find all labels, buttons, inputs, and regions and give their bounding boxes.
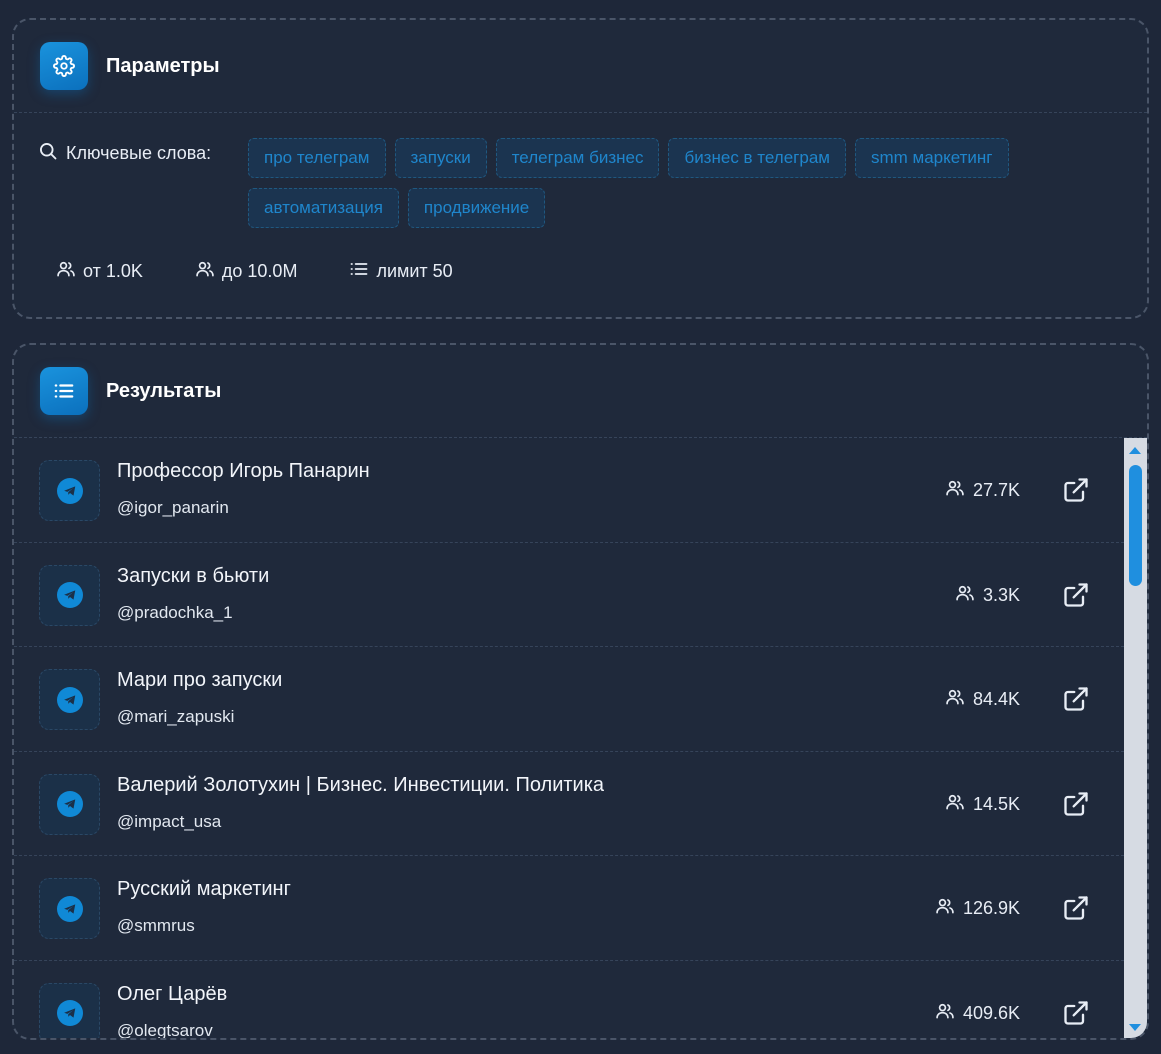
users-icon	[955, 583, 975, 608]
channel-avatar	[39, 982, 100, 1038]
min-subscribers-filter: от 1.0K	[56, 259, 143, 284]
result-row[interactable]: Мари про запуски @mari_zapuski 84.4K	[14, 647, 1124, 752]
keywords-label-group: Ключевые слова:	[38, 140, 211, 166]
external-link-icon[interactable]	[1062, 894, 1090, 922]
channel-avatar	[39, 669, 100, 730]
results-title: Результаты	[106, 379, 222, 402]
scroll-down-arrow-icon[interactable]	[1129, 1024, 1141, 1031]
min-subscribers-value: от 1.0K	[83, 261, 143, 281]
list-icon	[40, 367, 88, 415]
limit-value: лимит 50	[376, 261, 453, 281]
channel-handle: @pradochka_1	[117, 602, 233, 622]
subscriber-count: 126.9K	[935, 896, 1020, 921]
telegram-icon	[56, 686, 83, 713]
channel-name: Профессор Игорь Панарин	[117, 460, 370, 482]
channel-avatar	[39, 773, 100, 835]
result-row[interactable]: Запуски в бьюти @pradochka_1 3.3K	[14, 543, 1124, 647]
keyword-tags: про телеграм запуски телеграм бизнес биз…	[248, 138, 1128, 228]
subscriber-count-value: 126.9K	[962, 898, 1020, 918]
result-row[interactable]: Олег Царёв @olegtsarov 409.6K	[14, 961, 1124, 1040]
list-icon	[349, 259, 369, 284]
users-icon	[945, 478, 965, 503]
parameters-title: Параметры	[106, 54, 220, 77]
subscriber-count: 84.4K	[945, 687, 1020, 712]
subscriber-count-value: 14.5K	[972, 793, 1020, 814]
subscriber-count: 409.6K	[935, 1001, 1020, 1026]
channel-name: Олег Царёв	[117, 982, 228, 1005]
channel-avatar	[39, 878, 100, 939]
keyword-tag[interactable]: smm маркетинг	[854, 138, 1009, 178]
users-icon	[945, 792, 965, 817]
scrollbar-thumb[interactable]	[1129, 465, 1142, 586]
result-row[interactable]: Валерий Золотухин | Бизнес. Инвестиции. …	[14, 752, 1124, 856]
users-icon	[935, 896, 955, 921]
subscriber-count: 14.5K	[945, 792, 1020, 817]
parameters-header: Параметры	[14, 20, 1147, 113]
max-subscribers-filter: до 10.0M	[195, 259, 298, 284]
channel-handle: @olegtsarov	[117, 1020, 213, 1040]
max-subscribers-value: до 10.0M	[221, 261, 298, 281]
external-link-icon[interactable]	[1062, 790, 1090, 818]
telegram-icon	[56, 895, 83, 922]
parameters-panel: Параметры Ключевые слова: про телеграм з…	[12, 18, 1149, 319]
results-panel: Результаты Профессор Игорь Панарин @igor…	[12, 343, 1149, 1040]
channel-avatar	[39, 564, 100, 626]
subscriber-count-value: 84.4K	[972, 689, 1020, 709]
gear-icon	[40, 42, 88, 90]
limit-filter: лимит 50	[349, 259, 453, 284]
subscriber-count: 27.7K	[945, 478, 1020, 503]
channel-handle: @smmrus	[117, 916, 195, 935]
keyword-tag[interactable]: телеграм бизнес	[495, 138, 660, 178]
subscriber-count-value: 409.6K	[962, 1002, 1020, 1023]
results-list: Профессор Игорь Панарин @igor_panarin 27…	[14, 438, 1147, 1040]
channel-handle: @igor_panarin	[117, 498, 229, 517]
external-link-icon[interactable]	[1062, 685, 1090, 713]
subscriber-count: 3.3K	[955, 583, 1020, 608]
channel-name: Русский маркетинг	[117, 878, 291, 900]
channel-name: Мари про запуски	[117, 669, 283, 691]
channel-name: Запуски в бьюти	[117, 564, 270, 587]
users-icon	[195, 259, 215, 284]
keyword-tag[interactable]: бизнес в телеграм	[668, 138, 846, 178]
keyword-tag[interactable]: продвижение	[407, 188, 546, 228]
external-link-icon[interactable]	[1062, 476, 1090, 504]
external-link-icon[interactable]	[1062, 581, 1090, 609]
result-row[interactable]: Профессор Игорь Панарин @igor_panarin 27…	[14, 438, 1124, 543]
result-row[interactable]: Русский маркетинг @smmrus 126.9K	[14, 856, 1124, 961]
results-header: Результаты	[14, 345, 1147, 438]
keyword-tag[interactable]: автоматизация	[248, 188, 399, 228]
users-icon	[945, 687, 965, 712]
scroll-up-arrow-icon[interactable]	[1129, 447, 1141, 454]
telegram-icon	[56, 1000, 83, 1026]
users-icon	[935, 1001, 955, 1026]
keyword-tag[interactable]: про телеграм	[248, 138, 386, 178]
subscriber-count-value: 3.3K	[982, 584, 1020, 605]
telegram-icon	[56, 582, 83, 608]
results-scrollbar[interactable]	[1124, 438, 1147, 1038]
telegram-icon	[56, 477, 83, 504]
telegram-icon	[56, 791, 83, 817]
channel-name: Валерий Золотухин | Бизнес. Инвестиции. …	[117, 773, 605, 796]
keywords-row: Ключевые слова:	[38, 140, 211, 166]
channel-handle: @mari_zapuski	[117, 707, 235, 726]
external-link-icon[interactable]	[1062, 999, 1090, 1027]
search-icon	[38, 141, 58, 166]
channel-handle: @impact_usa	[117, 811, 222, 831]
channel-avatar	[39, 460, 100, 521]
keywords-label: Ключевые слова:	[66, 142, 212, 163]
filters-row: от 1.0K до 10.0M лимит 50	[56, 259, 453, 284]
users-icon	[56, 259, 76, 284]
subscriber-count-value: 27.7K	[972, 480, 1020, 500]
keyword-tag[interactable]: запуски	[394, 138, 487, 178]
